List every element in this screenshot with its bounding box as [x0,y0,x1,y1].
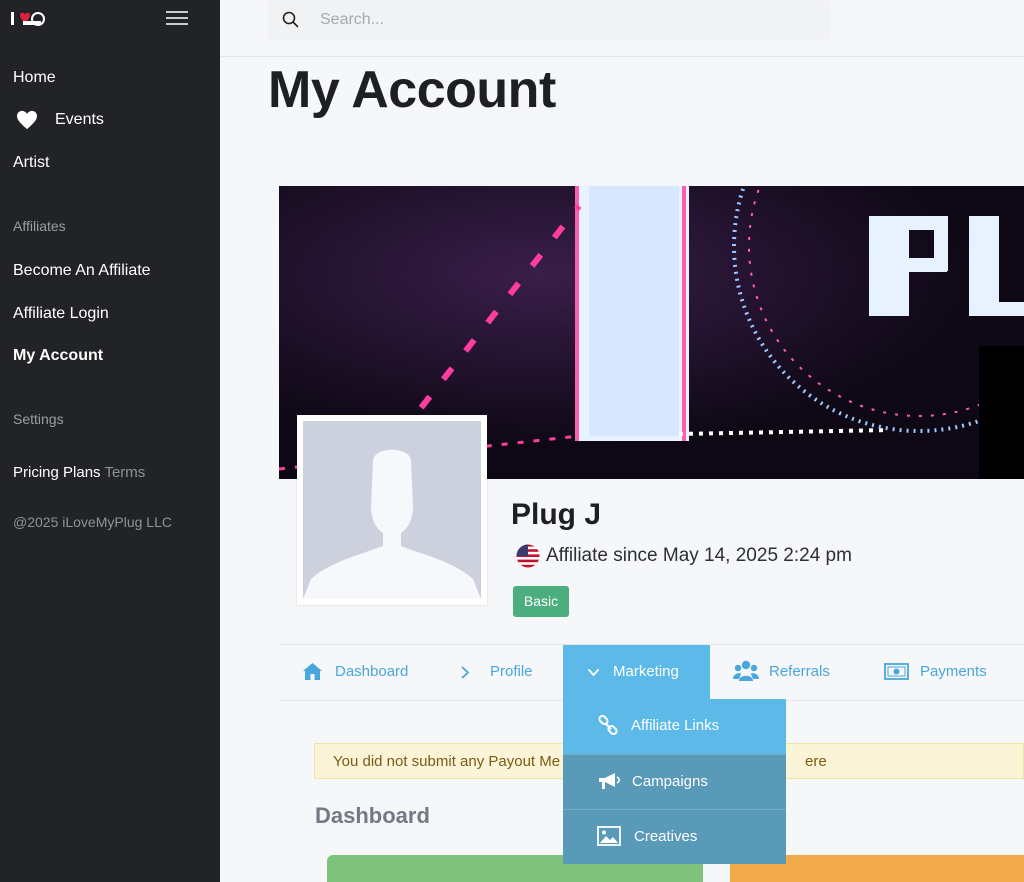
profile-avatar[interactable] [297,415,487,605]
sidebar-heading-settings: Settings [13,411,64,427]
search-input[interactable] [320,9,800,31]
menu-item-creatives-label: Creatives [634,828,698,845]
tab-dashboard-label: Dashboard [335,663,409,680]
menu-item-creatives[interactable]: Creatives [563,810,786,865]
home-icon [303,663,322,680]
heart-icon [17,110,37,130]
sidebar-item-pricing-plans[interactable]: Pricing Plans [13,464,101,481]
sidebar-item-events[interactable]: Events [55,111,104,129]
menu-item-campaigns[interactable]: Campaigns [563,755,786,810]
tab-profile[interactable]: Profile [460,645,540,700]
sidebar-item-artist[interactable]: Artist [13,154,49,172]
copyright-text: @2025 iLoveMyPlug LLC [13,514,172,530]
image-icon [597,826,621,846]
link-icon [598,715,618,736]
profile-name: Plug J [511,498,602,531]
tab-marketing[interactable]: Marketing [563,645,710,701]
bullhorn-icon [599,773,620,789]
chevron-right-icon [461,666,470,679]
sidebar-item-my-account[interactable]: My Account [13,347,103,365]
tabs-divider-bottom-right [786,700,1024,701]
dashboard-heading: Dashboard [315,803,430,828]
plan-badge: Basic [513,586,569,617]
menu-toggle-icon[interactable] [166,11,188,25]
tab-referrals-label: Referrals [769,663,830,680]
menu-item-campaigns-label: Campaigns [632,773,708,790]
avatar-placeholder-icon [303,449,481,599]
tab-marketing-label: Marketing [613,663,679,680]
sidebar-item-pricing-group: Pricing Plans Terms [13,464,145,481]
tab-payments[interactable]: Payments [884,645,994,700]
tab-dashboard[interactable]: Dashboard [302,645,422,700]
sidebar-item-affiliate-login[interactable]: Affiliate Login [13,305,109,323]
chevron-down-icon [587,668,600,677]
sidebar-heading-affiliates: Affiliates [13,218,66,234]
search-icon [282,11,299,28]
money-bill-icon [884,663,909,680]
affiliate-since-text: Affiliate since May 14, 2025 2:24 pm [546,545,852,566]
tab-referrals[interactable]: Referrals [733,645,843,700]
users-icon [733,660,759,681]
menu-item-affiliate-links[interactable]: Affiliate Links [563,699,786,754]
sidebar: Home Events Artist Affiliates Become An … [0,0,220,882]
tab-profile-label: Profile [490,663,533,680]
sidebar-item-terms[interactable]: Terms [104,464,145,481]
site-logo-icon[interactable] [11,9,47,27]
tab-payments-label: Payments [920,663,987,680]
tabs-divider-bottom [279,700,563,701]
payout-warning-text-tail: ere [805,753,827,770]
menu-item-affiliate-links-label: Affiliate Links [631,717,720,734]
payout-warning-text: You did not submit any Payout Me [333,753,561,770]
page-title: My Account [268,61,556,119]
us-flag-icon [516,544,540,568]
marketing-dropdown-menu: Affiliate Links Campaigns Creatives [563,699,786,864]
sidebar-item-become-affiliate[interactable]: Become An Affiliate [13,262,151,280]
header-divider [220,56,1024,57]
sidebar-item-home[interactable]: Home [13,69,56,87]
